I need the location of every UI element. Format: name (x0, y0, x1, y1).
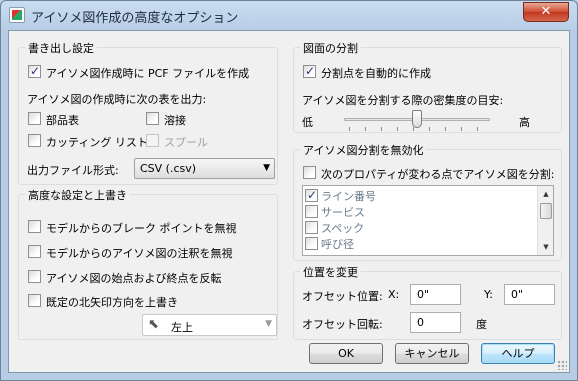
scroll-up-icon[interactable]: ▲ (539, 187, 553, 201)
north-direction-dropdown: ⬉ 左上 ▼ (142, 314, 277, 336)
create-pcf-checkbox[interactable] (28, 64, 41, 78)
disable-split-group: アイソメ図分割を無効化 次のプロパティが変わる点でアイソメ図を分割: ライン番号… (293, 142, 562, 261)
y-offset-value: 0" (511, 288, 524, 301)
format-dropdown[interactable]: CSV (.csv) ▼ (134, 158, 275, 179)
slider-tick (397, 127, 398, 131)
x-offset-value: 0" (417, 288, 430, 301)
density-high-label: 高 (519, 116, 530, 129)
property-item[interactable]: サービス (305, 204, 539, 219)
split-title: 図面の分割 (300, 40, 361, 56)
scroll-down-icon[interactable]: ▼ (539, 240, 553, 254)
slider-tick (477, 127, 478, 131)
north-arrow-icon: ⬉ (148, 317, 159, 332)
scroll-thumb[interactable] (540, 203, 552, 219)
parts-list-checkbox[interactable] (28, 112, 41, 125)
slider-tick (461, 127, 462, 131)
auto-split-checkbox[interactable] (303, 64, 316, 78)
property-label: スペック (321, 222, 365, 235)
cut-list-checkbox[interactable] (28, 134, 41, 147)
spools-checkbox (146, 134, 159, 147)
dialog-client: 書き出し設定 アイソメ図作成時に PCF ファイルを作成 アイソメ図の作成時に次… (8, 30, 570, 373)
position-group: 位置を変更 オフセット位置: X: 0" Y: 0" オフセット回転: 0 度 (293, 264, 562, 340)
split-on-change-checkbox[interactable] (303, 166, 316, 179)
parts-list-label[interactable]: 部品表 (46, 112, 79, 128)
rotation-input[interactable]: 0 (410, 312, 461, 333)
offset-rotation-label: オフセット回転: (302, 318, 383, 331)
ignore-breaks-label[interactable]: モデルからのブレーク ポイントを無視 (46, 220, 237, 236)
slider-tick (381, 127, 382, 131)
property-item[interactable]: 呼び径 (305, 236, 539, 251)
spools-label: スプール (164, 136, 208, 149)
dialog-window: アイソメ図作成の高度なオプション ✕ 書き出し設定 アイソメ図作成時に PCF … (0, 0, 578, 381)
reverse-points-checkbox[interactable] (28, 270, 41, 283)
property-checkbox[interactable] (305, 237, 318, 250)
export-settings-group: 書き出し設定 アイソメ図作成時に PCF ファイルを作成 アイソメ図の作成時に次… (18, 40, 278, 185)
property-checkbox[interactable] (305, 188, 318, 202)
density-label: アイソメ図を分割する際の密集度の目安: (302, 94, 504, 107)
split-on-change-label[interactable]: 次のプロパティが変わる点でアイソメ図を分割: (321, 166, 555, 182)
ignore-annotations-checkbox[interactable] (28, 245, 41, 258)
welds-label[interactable]: 溶接 (164, 112, 186, 128)
density-low-label: 低 (302, 116, 313, 129)
cancel-button[interactable]: キャンセル (395, 343, 469, 364)
auto-split-label[interactable]: 分割点を自動的に作成 (321, 65, 431, 81)
advanced-settings-group: 高度な設定と上書き モデルからのブレーク ポイントを無視 モデルからのアイソメ図… (18, 187, 278, 340)
property-label: ライン番号 (321, 190, 376, 203)
help-button[interactable]: ヘルプ (481, 343, 555, 364)
create-pcf-label[interactable]: アイソメ図作成時に PCF ファイルを作成 (46, 65, 249, 81)
advanced-settings-title: 高度な設定と上書き (25, 187, 130, 203)
density-slider-thumb[interactable] (412, 110, 422, 128)
slider-tick (365, 127, 366, 131)
slider-tick (445, 127, 446, 131)
property-label: サービス (321, 206, 365, 219)
chevron-down-icon: ▼ (263, 163, 270, 173)
welds-checkbox[interactable] (146, 112, 159, 125)
property-item[interactable]: スペック (305, 220, 539, 235)
list-scrollbar[interactable]: ▲ ▼ (537, 186, 553, 255)
format-label: 出力ファイル形式: (27, 164, 119, 177)
resize-grip[interactable] (557, 360, 567, 370)
property-checkbox[interactable] (305, 221, 318, 234)
close-button[interactable]: ✕ (523, 2, 569, 22)
slider-tick (349, 127, 350, 131)
override-north-label[interactable]: 既定の北矢印方向を上書き (46, 294, 178, 310)
position-title: 位置を変更 (300, 264, 361, 280)
y-label: Y: (484, 288, 493, 301)
x-offset-input[interactable]: 0" (410, 284, 461, 305)
property-item[interactable]: ライン番号 (305, 188, 539, 203)
rotation-value: 0 (417, 316, 424, 329)
ok-button[interactable]: OK (309, 343, 383, 364)
ignore-annotations-label[interactable]: モデルからのアイソメ図の注釈を無視 (46, 245, 232, 261)
window-title: アイソメ図作成の高度なオプション (31, 11, 239, 26)
offset-position-label: オフセット位置: (302, 290, 383, 303)
property-checkbox[interactable] (305, 205, 318, 218)
north-direction-value: 左上 (171, 321, 193, 334)
degree-label: 度 (476, 318, 487, 331)
slider-tick (413, 127, 414, 131)
tables-label: アイソメ図の作成時に次の表を出力: (27, 93, 207, 106)
y-offset-input[interactable]: 0" (504, 284, 555, 305)
format-value: CSV (.csv) (140, 162, 197, 175)
disable-split-title: アイソメ図分割を無効化 (300, 142, 427, 158)
export-settings-title: 書き出し設定 (25, 40, 97, 56)
chevron-down-icon: ▼ (265, 319, 272, 329)
cut-list-label[interactable]: カッティング リスト (46, 134, 148, 150)
title-bar[interactable]: アイソメ図作成の高度なオプション ✕ (1, 1, 577, 29)
reverse-points-label[interactable]: アイソメ図の始点および終点を反転 (46, 270, 221, 286)
ignore-breaks-checkbox[interactable] (28, 220, 41, 233)
properties-list[interactable]: ライン番号 サービス スペック 呼び径 ▲ ▼ (302, 185, 554, 256)
app-icon (9, 7, 25, 23)
x-label: X: (388, 288, 400, 301)
override-north-checkbox[interactable] (28, 294, 41, 307)
slider-tick (429, 127, 430, 131)
split-group: 図面の分割 分割点を自動的に作成 アイソメ図を分割する際の密集度の目安: 低 高 (293, 40, 562, 133)
property-label: 呼び径 (321, 238, 354, 251)
